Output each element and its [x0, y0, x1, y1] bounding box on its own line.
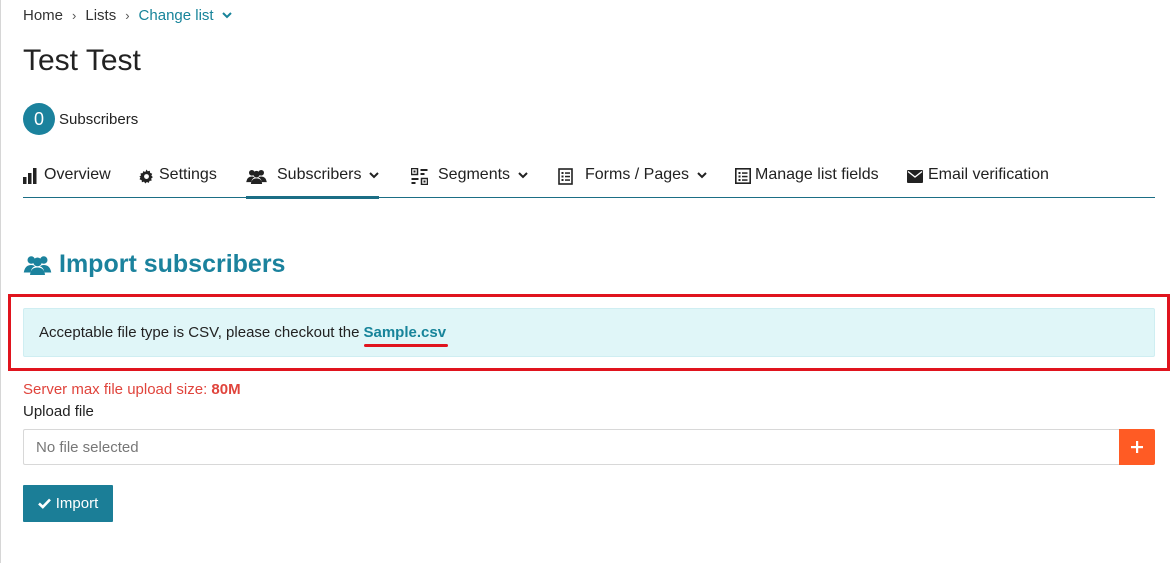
tab-label: Email verification	[928, 166, 1049, 183]
upload-limit-text: Server max file upload size: 80M	[23, 381, 241, 398]
page-title: Test Test	[23, 44, 141, 77]
tab-label: Manage list fields	[755, 166, 879, 183]
tab-manage-list-fields[interactable]: Manage list fields	[735, 160, 879, 198]
breadcrumb-lists[interactable]: Lists	[85, 7, 116, 24]
tab-label: Subscribers	[277, 166, 362, 183]
plus-icon	[1131, 441, 1143, 453]
subscriber-count-badge: 0	[23, 103, 55, 135]
tab-overview[interactable]: Overview	[23, 160, 111, 198]
file-input-placeholder: No file selected	[36, 438, 139, 456]
tab-label: Forms / Pages	[585, 166, 690, 183]
chevron-down-icon	[221, 12, 232, 19]
fields-icon	[735, 167, 751, 185]
breadcrumb-separator: ›	[72, 8, 77, 23]
annotation-highlight-box	[8, 294, 1170, 371]
page: Home › Lists › Change list Test Test 0 S…	[0, 0, 1176, 563]
add-file-button[interactable]	[1119, 429, 1155, 465]
breadcrumb-separator: ›	[125, 8, 130, 23]
tab-subscribers[interactable]: Subscribers	[246, 160, 380, 199]
list-tabs: Overview Settings Subscribers Segments F…	[23, 160, 1155, 199]
subscriber-count-label: Subscribers	[59, 110, 139, 128]
tab-forms-pages[interactable]: Forms / Pages	[558, 160, 707, 198]
form-icon	[558, 167, 573, 185]
check-icon	[37, 498, 51, 509]
section-title: Import subscribers	[59, 250, 286, 278]
tab-label: Segments	[438, 166, 511, 183]
bar-chart-icon	[23, 167, 39, 185]
chevron-down-icon	[518, 172, 528, 179]
change-list-dropdown[interactable]: Change list	[139, 7, 232, 24]
chevron-down-icon	[369, 172, 380, 179]
import-button-label: Import	[55, 495, 99, 512]
envelope-icon	[907, 167, 923, 185]
breadcrumb: Home › Lists › Change list	[23, 7, 232, 24]
upload-limit-label: Server max file upload size:	[23, 381, 208, 398]
change-list-label: Change list	[138, 7, 214, 24]
tab-email-verification[interactable]: Email verification	[907, 160, 1049, 198]
gear-icon	[139, 167, 154, 185]
section-heading: Import subscribers	[23, 250, 285, 279]
tab-segments[interactable]: Segments	[411, 160, 528, 198]
upload-limit-value: 80M	[211, 381, 241, 398]
tab-settings[interactable]: Settings	[139, 160, 217, 198]
import-button[interactable]: Import	[23, 485, 113, 522]
tab-label: Settings	[159, 166, 217, 183]
users-icon	[23, 255, 52, 275]
breadcrumb-home[interactable]: Home	[23, 7, 63, 24]
upload-file-label: Upload file	[23, 403, 94, 420]
subscriber-count: 0 Subscribers	[23, 103, 138, 135]
tab-label: Overview	[44, 166, 111, 183]
segments-icon	[411, 167, 428, 185]
chevron-down-icon	[697, 172, 707, 179]
users-icon	[246, 167, 267, 185]
file-input-field[interactable]: No file selected	[23, 429, 1119, 465]
